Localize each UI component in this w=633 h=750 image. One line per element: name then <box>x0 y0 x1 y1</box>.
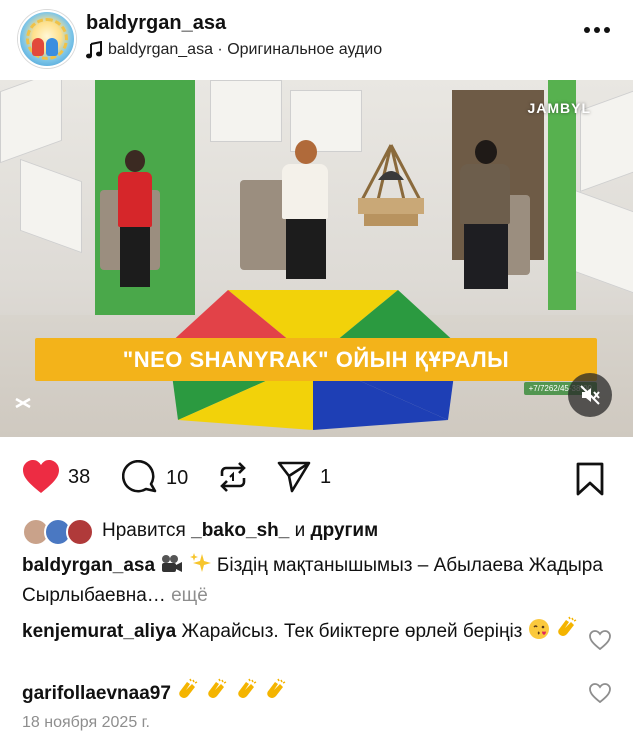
likes-prefix: Нравится <box>102 520 192 541</box>
likes-user[interactable]: _bako_sh_ <box>191 520 289 542</box>
like-button[interactable]: 38 <box>22 460 90 494</box>
audio-text: baldyrgan_asa · Оригинальное аудио <box>108 41 383 58</box>
comment-icon <box>122 460 157 493</box>
caption-user[interactable]: baldyrgan_asa <box>22 555 155 576</box>
video-banner: "NEO SHANYRAK" ОЙЫН ҚҰРАЛЫ <box>35 338 597 381</box>
mute-button[interactable] <box>568 373 612 417</box>
post-date: 18 ноября 2025 г. <box>22 714 150 731</box>
avatar[interactable] <box>18 10 76 68</box>
comment-user[interactable]: garifollaevnaa97 <box>22 683 171 704</box>
speaker-muted-icon <box>580 385 600 405</box>
comment-item: garifollaevnaa97 <box>22 678 582 710</box>
wall-panel <box>210 80 282 142</box>
sparkles-icon <box>189 552 212 582</box>
like-count: 38 <box>68 465 91 488</box>
send-icon <box>277 461 311 493</box>
share-count: 1 <box>320 465 332 488</box>
comment-user[interactable]: kenjemurat_aliya <box>22 621 176 642</box>
host-man <box>460 140 512 300</box>
repost-icon <box>220 462 246 492</box>
post-header: baldyrgan_asa baldyrgan_asa · Оригинальн… <box>0 0 633 80</box>
movie-camera-icon <box>160 554 184 582</box>
likes-others[interactable]: другим <box>311 520 379 542</box>
more-options-icon[interactable] <box>583 26 611 34</box>
comment-button[interactable]: 10 <box>122 460 188 496</box>
bookmark-icon[interactable] <box>575 462 605 496</box>
clapping-hands-icon <box>264 678 288 710</box>
kiss-face-icon <box>528 618 550 648</box>
capcut-icon <box>15 397 31 409</box>
avatar-figure <box>32 38 44 56</box>
liker-avatars <box>22 516 96 546</box>
repost-button[interactable] <box>216 460 250 494</box>
comment-text: Жарайсыз. Тек биіктерге өрлей беріңіз <box>181 621 523 642</box>
guest-woman-red <box>118 150 152 290</box>
audio-link[interactable]: baldyrgan_asa · Оригинальное аудио <box>86 41 382 59</box>
avatar <box>66 518 94 546</box>
username[interactable]: baldyrgan_asa <box>86 12 226 35</box>
likes-middle: и <box>289 520 311 541</box>
clapping-hands-icon <box>176 678 200 710</box>
comment-like-icon[interactable] <box>589 630 611 650</box>
caption: baldyrgan_asa Біздің мақтанышымыз – Абыл… <box>22 552 612 609</box>
comment-item: kenjemurat_aliya Жарайсыз. Тек биіктерге… <box>22 616 582 648</box>
comment-count: 10 <box>166 466 189 489</box>
avatar-figure <box>46 38 58 56</box>
likes-summary[interactable]: Нравится _bako_sh_ и другим <box>22 516 378 546</box>
video-player[interactable]: JAMBYL "NEO SHANYRAK" ОЙЫН ҚҰРАЛЫ +7/726… <box>0 80 633 437</box>
music-note-icon <box>86 41 102 59</box>
caption-more-link[interactable]: ещё <box>171 585 208 606</box>
heart-filled-icon <box>23 460 59 493</box>
clapping-hands-icon <box>555 616 579 648</box>
channel-logo: JAMBYL <box>527 100 591 116</box>
guest-woman-white <box>282 140 330 290</box>
share-button[interactable]: 1 <box>276 460 331 494</box>
shanyrak-model <box>350 140 432 230</box>
comment-like-icon[interactable] <box>589 683 611 703</box>
clapping-hands-icon <box>205 678 229 710</box>
clapping-hands-icon <box>235 678 259 710</box>
action-bar: 38 10 1 <box>0 448 633 508</box>
